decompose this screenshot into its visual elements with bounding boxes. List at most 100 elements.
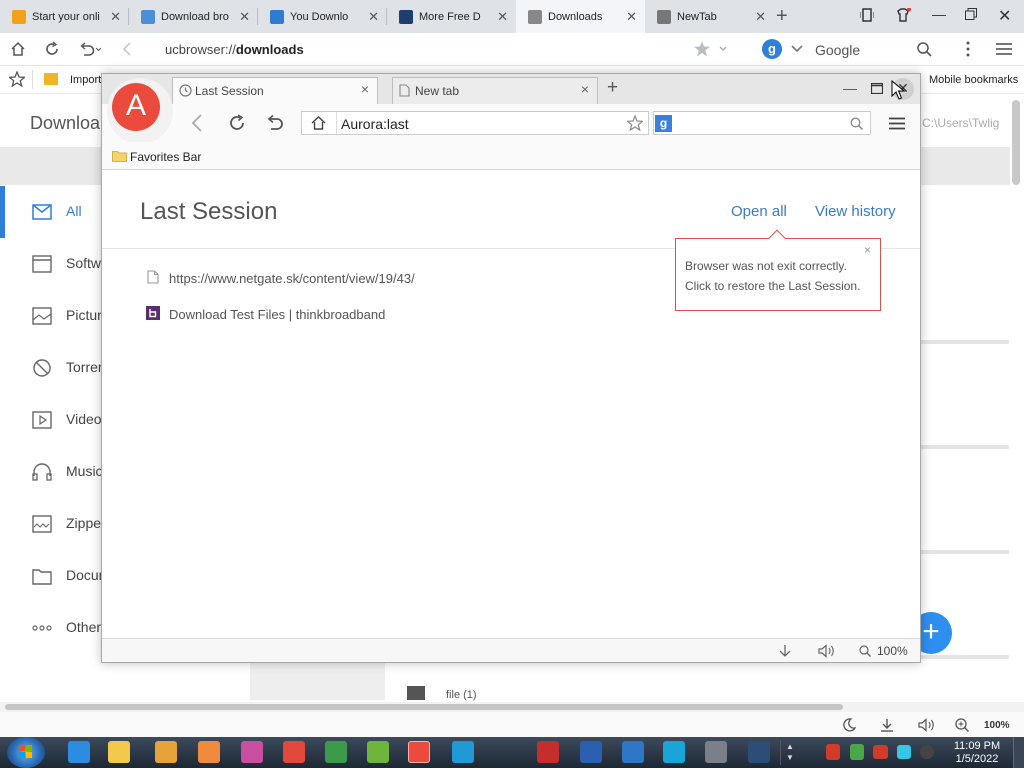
sidebar-item-picture[interactable]: Pictur — [0, 290, 105, 342]
chrome-icon[interactable] — [283, 741, 305, 763]
session-link[interactable]: https://www.netgate.sk/content/view/19/4… — [169, 271, 415, 286]
back-icon[interactable] — [121, 41, 133, 57]
app-icon[interactable] — [537, 741, 559, 763]
new-tab-button[interactable]: + — [776, 5, 788, 28]
volume-icon[interactable] — [818, 644, 836, 658]
chevron-down-icon[interactable] — [790, 41, 804, 55]
download-path[interactable]: C:\Users\Twlig — [922, 116, 999, 130]
sidebar-item-video[interactable]: Video — [0, 394, 105, 446]
restore-button[interactable] — [965, 8, 977, 20]
downloads-icon[interactable] — [880, 718, 894, 732]
vertical-scrollbar[interactable] — [1012, 100, 1020, 185]
close-tab-button[interactable]: ✕ — [626, 9, 637, 25]
menu-icon[interactable] — [889, 117, 905, 130]
tray-network-icon[interactable] — [897, 745, 911, 759]
zoom-icon[interactable] — [859, 645, 871, 657]
app-icon[interactable] — [663, 741, 685, 763]
file-name[interactable]: file (1) — [446, 689, 477, 701]
view-history-link[interactable]: View history — [815, 203, 896, 220]
tab-new-tab[interactable]: New tab × — [392, 77, 598, 104]
tray-icon[interactable] — [850, 744, 864, 760]
tray-icon[interactable] — [826, 744, 840, 760]
session-link[interactable]: Download Test Files | thinkbroadband — [169, 307, 385, 322]
address-bar[interactable]: Aurora:last — [301, 111, 649, 135]
close-tab-button[interactable]: ✕ — [497, 9, 508, 25]
search-engine-icon[interactable]: g — [655, 115, 672, 132]
close-tab-button[interactable]: ✕ — [239, 9, 250, 25]
close-tab-button[interactable]: ✕ — [755, 9, 766, 25]
undo-close-icon[interactable] — [266, 114, 284, 132]
close-tab-button[interactable]: × — [361, 81, 369, 97]
sidebar-item-more[interactable]: Other — [0, 602, 105, 654]
bookmark-star-icon[interactable] — [694, 40, 728, 58]
app-icon[interactable] — [580, 741, 602, 763]
reload-icon[interactable] — [228, 114, 246, 132]
file-explorer-icon[interactable] — [108, 741, 130, 763]
outer-tab[interactable]: NewTab ✕ — [645, 0, 774, 33]
uc-browser-icon[interactable] — [198, 741, 220, 763]
more-vertical-icon[interactable] — [966, 40, 970, 58]
aurora-logo[interactable]: A — [112, 83, 160, 131]
menu-icon[interactable] — [996, 42, 1012, 56]
skin-icon[interactable] — [895, 8, 911, 22]
home-icon[interactable] — [10, 41, 26, 57]
app-icon[interactable] — [452, 741, 474, 763]
tablet-mode-icon[interactable] — [860, 8, 874, 22]
bookmark-star-icon[interactable] — [627, 115, 643, 131]
sidebar-item-mail[interactable]: All — [0, 186, 105, 238]
back-icon[interactable] — [191, 114, 203, 132]
media-player-icon[interactable] — [155, 741, 177, 763]
close-tab-button[interactable]: × — [581, 81, 589, 97]
outer-url-field[interactable]: ucbrowser://downloads — [165, 42, 304, 57]
reload-icon[interactable] — [44, 41, 60, 57]
close-tooltip-button[interactable]: × — [864, 243, 871, 257]
search-engine-icon[interactable]: g — [762, 39, 782, 59]
search-icon[interactable] — [916, 41, 932, 57]
search-engine-label[interactable]: Google — [815, 42, 860, 58]
tray-volume-icon[interactable] — [920, 745, 934, 759]
new-tab-button[interactable]: + — [607, 77, 618, 99]
address-input[interactable]: Aurora:last — [341, 116, 409, 132]
zoom-level[interactable]: 100% — [984, 720, 1010, 731]
start-button[interactable] — [7, 737, 45, 768]
bookmarks-star-icon[interactable] — [9, 71, 25, 87]
night-mode-icon[interactable] — [842, 718, 856, 732]
downloads-icon[interactable] — [778, 644, 792, 658]
sidebar-item-software[interactable]: Softwa — [0, 238, 109, 290]
outer-tab[interactable]: Downloads ✕ — [516, 0, 645, 33]
import-bookmarks-link[interactable]: Import — [70, 74, 101, 86]
search-box[interactable]: g — [653, 111, 871, 135]
maximize-button[interactable] — [871, 83, 883, 94]
mobile-bookmarks-link[interactable]: Mobile bookmarks — [929, 74, 1018, 86]
zoom-icon[interactable] — [955, 718, 969, 732]
horizontal-scrollbar-thumb[interactable] — [5, 704, 843, 710]
tab-last-session[interactable]: Last Session × — [172, 77, 378, 104]
chrome-beta-icon[interactable] — [325, 741, 347, 763]
sidebar-item-torrent[interactable]: Torren — [0, 342, 106, 394]
restore-session-tooltip[interactable]: × Browser was not exit correctly. Click … — [675, 229, 881, 311]
open-all-link[interactable]: Open all — [731, 203, 787, 220]
show-desktop-button[interactable] — [1013, 737, 1024, 768]
app-icon[interactable] — [622, 741, 644, 763]
outer-tab[interactable]: You Downlo ✕ — [258, 0, 387, 33]
clock[interactable]: 11:09 PM 1/5/2022 — [946, 740, 1008, 766]
home-icon[interactable] — [311, 116, 326, 130]
outer-tab[interactable]: More Free D ✕ — [387, 0, 516, 33]
zoom-level[interactable]: 100% — [877, 644, 908, 658]
undo-close-icon[interactable] — [78, 41, 102, 57]
tray-scroll-icon[interactable]: ▲ ▼ — [786, 741, 794, 763]
app-icon[interactable] — [705, 741, 727, 763]
sidebar-item-zip[interactable]: Zippe — [0, 498, 105, 550]
internet-explorer-icon[interactable] — [68, 741, 90, 763]
app-icon[interactable] — [367, 741, 389, 763]
close-tab-button[interactable]: ✕ — [110, 9, 121, 25]
minimize-button[interactable]: — — [932, 6, 946, 22]
close-window-button[interactable]: ✕ — [998, 6, 1011, 26]
aurora-taskbar-icon[interactable] — [408, 741, 430, 763]
tray-flag-icon[interactable] — [873, 745, 888, 759]
close-tab-button[interactable]: ✕ — [368, 9, 379, 25]
volume-icon[interactable] — [918, 718, 936, 732]
favorites-bar-label[interactable]: Favorites Bar — [130, 150, 201, 164]
outer-tab[interactable]: Download bro ✕ — [129, 0, 258, 33]
outer-tab[interactable]: Start your onli ✕ — [0, 0, 129, 33]
